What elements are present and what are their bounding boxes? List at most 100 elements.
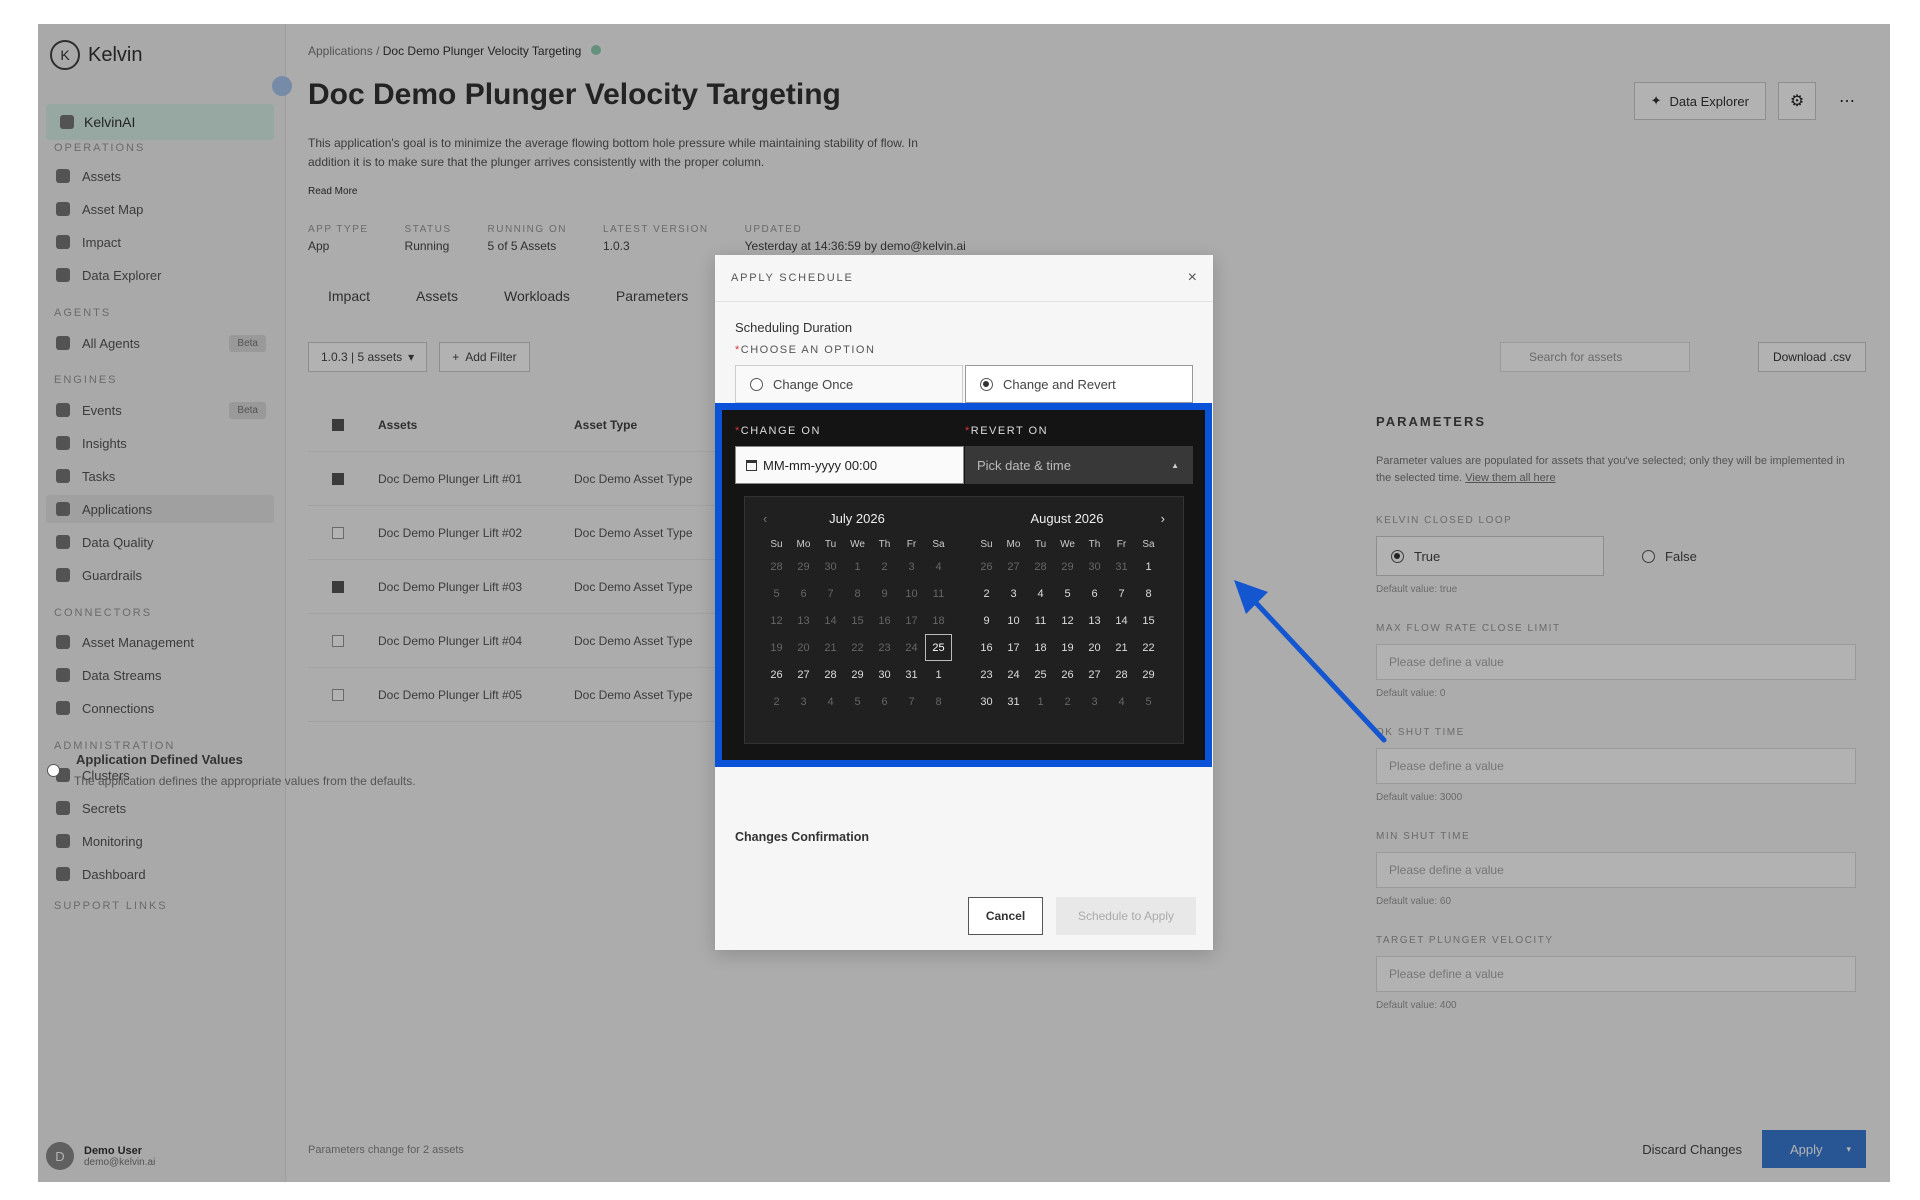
change-on-label: *CHANGE ON (735, 425, 821, 437)
calendar-day: 30 (1088, 560, 1101, 573)
calendar-day: 7 (908, 695, 915, 708)
calendar-day[interactable]: 27 (1081, 661, 1108, 688)
weekday-label: Su (770, 538, 783, 550)
month-july: July 2026 Su Mo Tu We Th Fr Sa 28 29 30 1 2 3 4 5 6 7 8 9 1… (757, 511, 957, 715)
calendar-day[interactable]: 2 (973, 580, 1000, 607)
calendar-day[interactable]: 29 (844, 661, 871, 688)
calendar-day[interactable]: 8 (1135, 580, 1162, 607)
calendar-day[interactable]: 30 (973, 688, 1000, 715)
application-defined-title: Application Defined Values (76, 752, 243, 767)
calendar-day: 28 (1034, 560, 1047, 573)
weekday-label: Fr (1116, 538, 1127, 550)
weekday-label: Sa (1142, 538, 1155, 550)
calendar-day[interactable]: 27 (790, 661, 817, 688)
calendar-day[interactable]: 18 (1027, 634, 1054, 661)
modal-title: APPLY SCHEDULE (715, 255, 1213, 302)
month-august: August 2026 Su Mo Tu We Th Fr Sa 26 27 28 29 30 31 1 2… (967, 511, 1167, 715)
calendar-day[interactable]: 26 (1054, 661, 1081, 688)
calendar-day: 5 (773, 587, 780, 600)
calendar-day: 17 (905, 614, 918, 627)
calendar-day[interactable]: 29 (1135, 661, 1162, 688)
calendar-day[interactable]: 19 (1054, 634, 1081, 661)
calendar-day[interactable]: 21 (1108, 634, 1135, 661)
calendar-day: 21 (824, 641, 837, 654)
calendar-day: 11 (932, 587, 945, 600)
calendar-day: 28 (770, 560, 783, 573)
calendar-day[interactable]: 22 (1135, 634, 1162, 661)
radio-icon (47, 764, 60, 777)
calendar-day[interactable]: 1 (925, 661, 952, 688)
calendar-day: 29 (1061, 560, 1074, 573)
calendar-day[interactable]: 25 (1027, 661, 1054, 688)
date-picker: ‹ › July 2026 Su Mo Tu We Th Fr Sa 28 29 30 1 2 3 4 5 6… (744, 496, 1184, 744)
day-grid: Su Mo Tu We Th Fr Sa 28 29 30 1 2 3 4 5 6 7 8 9 10 11 12 13 14 1… (763, 535, 957, 715)
calendar-day: 23 (878, 641, 891, 654)
radio-icon (750, 377, 763, 391)
month-title: July 2026 (829, 511, 885, 526)
calendar-day: 13 (797, 614, 810, 627)
calendar-day[interactable]: 4 (1027, 580, 1054, 607)
calendar-day[interactable]: 25 (925, 634, 952, 661)
calendar-day[interactable]: 7 (1108, 580, 1135, 607)
calendar-day[interactable]: 23 (973, 661, 1000, 688)
calendar-day[interactable]: 1 (1135, 553, 1162, 580)
calendar-day[interactable]: 11 (1027, 607, 1054, 634)
day-grid: Su Mo Tu We Th Fr Sa 26 27 28 29 30 31 1 2 3 4 5 6 7 8 9 10 11 1… (973, 535, 1167, 715)
calendar-day[interactable]: 10 (1000, 607, 1027, 634)
calendar-day: 7 (827, 587, 834, 600)
application-defined-radio[interactable] (47, 764, 60, 782)
calendar-day[interactable]: 31 (1000, 688, 1027, 715)
calendar-day: 19 (770, 641, 783, 654)
calendar-day: 18 (932, 614, 945, 627)
calendar-day[interactable]: 16 (973, 634, 1000, 661)
change-on-input[interactable]: MM-mm-yyyy 00:00 (735, 446, 964, 484)
calendar-day[interactable]: 6 (1081, 580, 1108, 607)
calendar-day[interactable]: 5 (1054, 580, 1081, 607)
calendar-day: 16 (878, 614, 891, 627)
calendar-day[interactable]: 30 (871, 661, 898, 688)
revert-on-input[interactable]: Pick date & time ▲ (965, 446, 1193, 484)
calendar-day[interactable]: 28 (817, 661, 844, 688)
calendar-day[interactable]: 20 (1081, 634, 1108, 661)
calendar-day[interactable]: 3 (1000, 580, 1027, 607)
schedule-to-apply-button[interactable]: Schedule to Apply (1056, 897, 1196, 935)
calendar-day[interactable]: 9 (973, 607, 1000, 634)
calendar-day[interactable]: 31 (898, 661, 925, 688)
calendar-day: 5 (1145, 695, 1152, 708)
chevron-up-icon: ▲ (1171, 460, 1179, 470)
input-placeholder: Pick date & time (977, 457, 1071, 473)
calendar-day: 4 (935, 560, 942, 573)
calendar-day[interactable]: 12 (1054, 607, 1081, 634)
calendar-day[interactable]: 28 (1108, 661, 1135, 688)
calendar-day: 2 (773, 695, 780, 708)
calendar-day[interactable]: 13 (1081, 607, 1108, 634)
calendar-day: 8 (935, 695, 942, 708)
weekday-label: Th (1088, 538, 1101, 550)
calendar-day: 3 (908, 560, 915, 573)
calendar-day: 3 (1091, 695, 1098, 708)
calendar-day: 22 (851, 641, 864, 654)
option-label: Change Once (773, 376, 854, 392)
calendar-day[interactable]: 17 (1000, 634, 1027, 661)
month-title: August 2026 (1030, 511, 1104, 526)
weekday-label: Sa (932, 538, 945, 550)
revert-on-label: *REVERT ON (965, 425, 1048, 437)
option-change-once[interactable]: Change Once (735, 365, 963, 403)
calendar-day[interactable]: 15 (1135, 607, 1162, 634)
cancel-button[interactable]: Cancel (968, 897, 1043, 935)
calendar-day: 20 (797, 641, 810, 654)
calendar-day: 6 (800, 587, 807, 600)
close-icon[interactable]: × (1188, 269, 1197, 287)
calendar-day: 9 (881, 587, 888, 600)
calendar-day[interactable]: 26 (763, 661, 790, 688)
calendar-day: 8 (854, 587, 861, 600)
option-change-and-revert[interactable]: Change and Revert (965, 365, 1193, 403)
weekday-label: Tu (824, 538, 837, 550)
calendar-day[interactable]: 24 (1000, 661, 1027, 688)
input-value: MM-mm-yyyy 00:00 (763, 457, 878, 473)
calendar-day[interactable]: 14 (1108, 607, 1135, 634)
label-text: REVERT ON (970, 425, 1049, 437)
radio-icon (980, 377, 993, 391)
option-label: Change and Revert (1003, 376, 1116, 392)
calendar-day: 12 (770, 614, 783, 627)
